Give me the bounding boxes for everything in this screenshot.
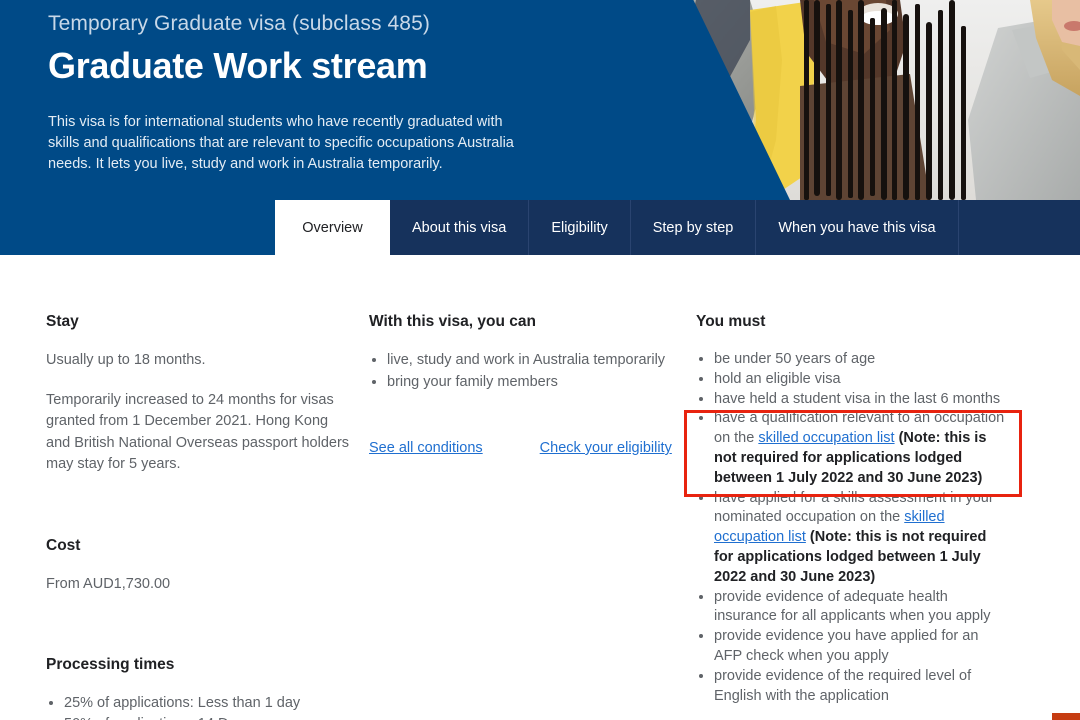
hero-description: This visa is for international students … [48, 114, 514, 172]
list-item: provide evidence you have applied for an… [714, 627, 1006, 667]
list-item: 50% of applications: 14 Days [64, 714, 356, 720]
tabbar-left-spacer [0, 200, 275, 255]
hero-banner: Temporary Graduate visa (subclass 485) G… [0, 0, 1080, 200]
heading-you-must: You must [696, 313, 766, 330]
list-item: hold an eligible visa [714, 370, 1006, 390]
list-item-highlighted: have a qualification relevant to an occu… [714, 409, 1006, 488]
list-item: provide evidence of adequate health insu… [714, 588, 1006, 628]
list-item: provide evidence of the required level o… [714, 667, 1006, 707]
tab-about-this-visa[interactable]: About this visa [390, 200, 530, 255]
bottom-right-marker [1052, 713, 1080, 720]
heading-stay: Stay [46, 313, 79, 330]
tabbar-right-filler [958, 200, 1080, 255]
stay-duration-text: Usually up to 18 months. [46, 352, 206, 368]
page-root: Temporary Graduate visa (subclass 485) G… [0, 0, 1080, 720]
list-item: have held a student visa in the last 6 m… [714, 390, 1006, 410]
processing-times-list: 25% of applications: Less than 1 day 50%… [46, 693, 356, 720]
tab-navigation: Overview About this visa Eligibility Ste… [0, 200, 1080, 255]
heading-with-this-visa: With this visa, you can [369, 313, 536, 330]
page-title: Graduate Work stream [48, 45, 428, 86]
visa-subclass-eyebrow: Temporary Graduate visa (subclass 485) [48, 12, 430, 35]
you-must-list: be under 50 years of age hold an eligibl… [696, 350, 1006, 706]
heading-cost: Cost [46, 536, 81, 554]
tab-step-by-step[interactable]: Step by step [631, 200, 757, 255]
visa-links-row: See all conditions Check your eligibilit… [369, 440, 672, 456]
with-this-visa-list: live, study and work in Australia tempor… [369, 350, 669, 393]
requirement-prefix: have applied for a skills assessment in … [714, 489, 994, 526]
list-item: be under 50 years of age [714, 350, 1006, 370]
see-all-conditions-link[interactable]: See all conditions [369, 440, 483, 456]
list-item: 25% of applications: Less than 1 day [64, 693, 356, 714]
list-item: bring your family members [387, 372, 669, 394]
skilled-occupation-list-link[interactable]: skilled occupation list [758, 430, 894, 446]
cost-amount: From AUD1,730.00 [46, 575, 171, 592]
column-stay-cost-processing: Stay Usually up to 18 months. Temporaril… [46, 255, 356, 720]
tab-overview[interactable]: Overview [275, 200, 390, 255]
column-with-this-visa: With this visa, you can live, study and … [369, 255, 672, 456]
tab-eligibility[interactable]: Eligibility [529, 200, 631, 255]
main-content: Stay Usually up to 18 months. Temporaril… [0, 255, 1080, 720]
stay-extension-text: Temporarily increased to 24 months for v… [46, 391, 350, 473]
tab-when-you-have-this-visa[interactable]: When you have this visa [756, 200, 959, 255]
list-item: live, study and work in Australia tempor… [387, 350, 669, 372]
hero-text-block: Temporary Graduate visa (subclass 485) G… [48, 8, 588, 175]
check-your-eligibility-link[interactable]: Check your eligibility [540, 440, 672, 456]
column-you-must: You must be under 50 years of age hold a… [696, 255, 1006, 706]
list-item: have applied for a skills assessment in … [714, 489, 1006, 588]
heading-processing-times: Processing times [46, 656, 175, 673]
